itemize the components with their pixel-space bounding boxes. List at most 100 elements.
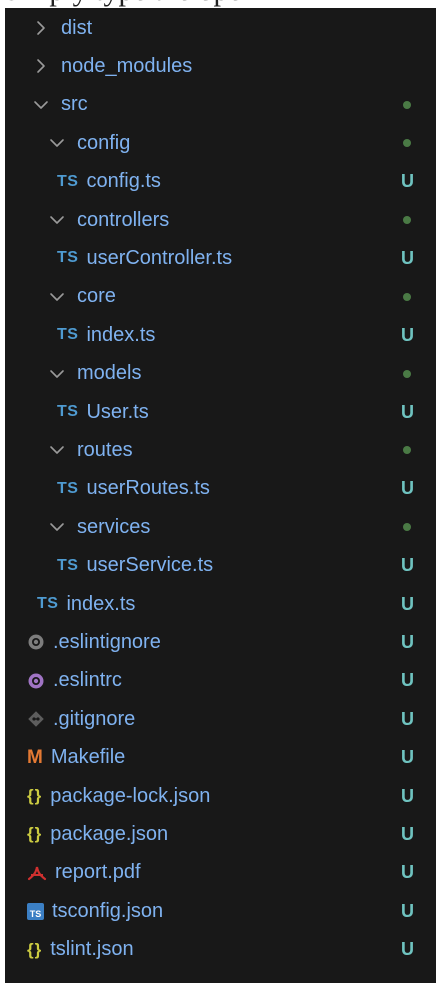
tree-item-label: User.ts xyxy=(86,400,149,423)
git-status-dot xyxy=(403,523,411,532)
file-item-package-lock-json[interactable]: {} package-lock.json U xyxy=(5,778,436,814)
git-status-dot xyxy=(403,446,411,455)
tree-item-label: userController.ts xyxy=(86,246,233,269)
file-item-config-ts[interactable]: TS config.ts U xyxy=(5,164,436,200)
git-status-dot xyxy=(403,216,411,224)
untracked-badge: U xyxy=(401,555,414,576)
folder-item-controllers[interactable]: controllers xyxy=(5,202,436,238)
makefile-icon: M xyxy=(27,746,43,768)
file-item-index-ts[interactable]: TS index.ts U xyxy=(5,586,436,622)
file-item-userroutes-ts[interactable]: TS userRoutes.ts U xyxy=(5,471,436,507)
tree-item-label: .gitignore xyxy=(53,707,136,730)
tree-item-label: .eslintrc xyxy=(53,669,122,692)
untracked-badge: U xyxy=(401,171,414,192)
chevron-down-icon[interactable] xyxy=(49,366,65,382)
typescript-icon: TS xyxy=(57,556,79,574)
tree-item-label: config.ts xyxy=(86,170,161,193)
tree-item-label: Makefile xyxy=(50,746,126,769)
tree-item-label: services xyxy=(77,515,151,538)
folder-item-src[interactable]: src xyxy=(5,87,436,123)
file-item-eslintrc[interactable]: .eslintrc U xyxy=(5,663,436,699)
tree-item-label: routes xyxy=(77,438,133,461)
typescript-icon: TS xyxy=(57,403,79,420)
chevron-down-icon[interactable] xyxy=(49,442,65,458)
untracked-badge: U xyxy=(401,247,414,268)
file-item-tslint-json[interactable]: {} tslint.json U xyxy=(5,932,436,968)
untracked-badge: U xyxy=(401,900,414,921)
git-status-dot xyxy=(403,100,411,109)
tree-item-label: index.ts xyxy=(66,592,136,615)
untracked-badge: U xyxy=(401,862,414,883)
file-item-index-ts[interactable]: TS index.ts U xyxy=(5,317,436,353)
chevron-down-icon[interactable] xyxy=(49,289,65,305)
typescript-icon: TS xyxy=(57,172,79,190)
git-status-dot xyxy=(403,369,411,378)
eslint-icon xyxy=(27,672,45,690)
pdf-icon xyxy=(27,864,47,882)
tree-item-label: config xyxy=(77,131,131,154)
tree-item-label: userRoutes.ts xyxy=(86,477,210,500)
folder-item-models[interactable]: models xyxy=(5,356,436,392)
file-explorer: dist node_modules src config TS config.ts Ucon… xyxy=(5,8,436,983)
folder-item-core[interactable]: core xyxy=(5,279,436,315)
tree-item-label: dist xyxy=(61,16,93,39)
tree-item-label: src xyxy=(61,93,88,116)
tree-item-label: tslint.json xyxy=(50,938,134,961)
file-item-report-pdf[interactable]: report.pdf U xyxy=(5,855,436,891)
typescript-icon: TS xyxy=(57,249,79,267)
untracked-badge: U xyxy=(401,324,414,345)
tree-item-label: node_modules xyxy=(61,54,193,77)
tree-item-label: tsconfig.json xyxy=(52,899,164,922)
file-item-gitignore[interactable]: .gitignore U xyxy=(5,701,436,737)
json-icon: {} xyxy=(27,824,43,844)
chevron-down-icon[interactable] xyxy=(49,519,65,535)
folder-item-dist[interactable]: dist xyxy=(5,10,436,46)
untracked-badge: U xyxy=(401,939,414,960)
tree-item-label: models xyxy=(77,362,142,385)
folder-item-routes[interactable]: routes xyxy=(5,432,436,468)
partial-heading: simply type the open xyxy=(6,0,257,8)
untracked-badge: U xyxy=(401,478,414,499)
typescript-icon: TS xyxy=(57,479,79,497)
untracked-badge: U xyxy=(401,823,414,844)
untracked-badge: U xyxy=(401,593,414,614)
file-item-package-json[interactable]: {} package.json U xyxy=(5,816,436,852)
json-icon: {} xyxy=(27,939,43,959)
chevron-down-icon[interactable] xyxy=(33,97,49,113)
tree-item-label: core xyxy=(77,285,116,308)
tree-item-label: report.pdf xyxy=(55,861,141,884)
untracked-badge: U xyxy=(401,670,414,691)
untracked-badge: U xyxy=(401,747,414,768)
untracked-badge: U xyxy=(401,785,414,806)
tree-item-label: userService.ts xyxy=(86,554,214,577)
file-item-tsconfig-json[interactable]: TS tsconfig.json U xyxy=(5,893,436,929)
folder-item-services[interactable]: services xyxy=(5,509,436,545)
tree-item-label: package-lock.json xyxy=(50,784,211,807)
typescript-icon: TS xyxy=(37,595,59,612)
chevron-right-icon[interactable] xyxy=(33,58,49,74)
file-item-userservice-ts[interactable]: TS userService.ts U xyxy=(5,548,436,584)
file-item-makefile[interactable]: M Makefile U xyxy=(5,740,436,776)
tree-item-label: controllers xyxy=(77,208,170,231)
partial-heading-strip: simply type the open xyxy=(0,0,441,8)
git-status-dot xyxy=(403,292,411,301)
chevron-down-icon[interactable] xyxy=(49,212,65,228)
untracked-badge: U xyxy=(401,401,414,422)
untracked-badge: U xyxy=(401,708,414,729)
eslintignore-icon xyxy=(27,633,45,651)
chevron-right-icon[interactable] xyxy=(33,20,49,36)
file-item-user-ts[interactable]: TS User.ts U xyxy=(5,394,436,430)
typescript-icon: TS xyxy=(57,326,79,344)
tree-item-label: index.ts xyxy=(86,323,156,346)
tsconfig-icon: TS xyxy=(27,902,44,920)
tree-item-label: package.json xyxy=(50,822,169,845)
file-item-usercontroller-ts[interactable]: TS userController.ts U xyxy=(5,240,436,276)
git-status-dot xyxy=(403,139,411,148)
untracked-badge: U xyxy=(401,631,414,652)
folder-item-config[interactable]: config xyxy=(5,125,436,161)
git-icon xyxy=(27,710,45,728)
chevron-down-icon[interactable] xyxy=(49,135,65,151)
file-item-eslintignore[interactable]: .eslintignore U xyxy=(5,624,436,660)
json-icon: {} xyxy=(27,786,43,805)
folder-item-node-modules[interactable]: node_modules xyxy=(5,48,436,84)
